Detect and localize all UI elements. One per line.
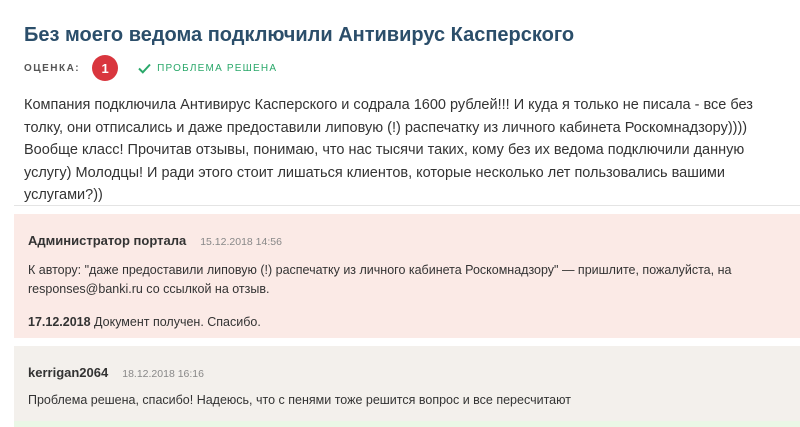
comment-date: 18.12.2018 16:16 <box>122 368 204 380</box>
divider <box>14 205 800 206</box>
status-text: ПРОБЛЕМА РЕШЕНА <box>157 62 278 74</box>
comment-admin: Администратор портала 15.12.2018 14:56 К… <box>14 214 800 338</box>
note-text: Документ получен. Спасибо. <box>90 315 261 329</box>
comment-text: Проблема решена, спасибо! Надеюсь, что с… <box>28 393 571 407</box>
comment-header: Администратор портала 15.12.2018 14:56 <box>28 233 282 248</box>
review-title[interactable]: Без моего ведома подключили Антивирус Ка… <box>24 24 574 47</box>
review-text: Компания подключила Антивирус Касперског… <box>24 97 753 203</box>
comment-header: kerrigan2064 18.12.2018 16:16 <box>28 365 204 380</box>
comment-date: 15.12.2018 14:56 <box>200 236 282 248</box>
status-badge: ПРОБЛЕМА РЕШЕНА <box>138 63 277 74</box>
rating-badge: 1 <box>92 55 119 81</box>
comment-text: К автору: "даже предоставили липовую (!)… <box>28 263 732 296</box>
comment-note: 17.12.2018 Документ получен. Спасибо. <box>28 315 261 329</box>
rating-row: ОЦЕНКА: 1 ПРОБЛЕМА РЕШЕНА <box>24 55 277 81</box>
comment-user: kerrigan2064 18.12.2018 16:16 Проблема р… <box>14 346 800 421</box>
comment-author[interactable]: Администратор портала <box>28 233 186 248</box>
check-icon <box>138 63 151 74</box>
note-date: 17.12.2018 <box>28 315 91 329</box>
review-card: Без моего ведома подключили Антивирус Ка… <box>0 0 800 427</box>
comment-author[interactable]: kerrigan2064 <box>28 365 108 380</box>
rating-label: ОЦЕНКА: <box>24 62 81 74</box>
next-comment-strip <box>14 421 800 427</box>
